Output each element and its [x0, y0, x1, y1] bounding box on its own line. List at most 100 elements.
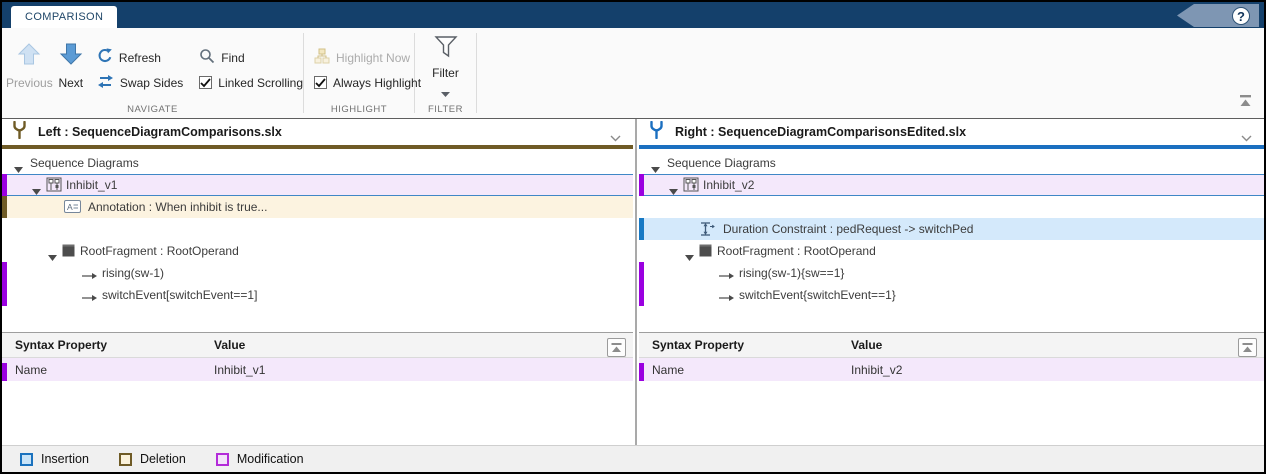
- property-value: Inhibit_v2: [851, 363, 902, 377]
- fragment-icon: [62, 244, 75, 262]
- tree-row-blank: [639, 196, 1264, 218]
- tree-row-label: Sequence Diagrams: [30, 156, 139, 170]
- next-label: Next: [58, 76, 83, 90]
- filter-button[interactable]: Filter: [415, 28, 476, 102]
- annotation-icon: A: [64, 200, 81, 218]
- arrow-down-icon: [58, 42, 84, 71]
- compare-branch-icon: [12, 121, 27, 144]
- tree-row-label: rising(sw-1){sw==1}: [739, 266, 844, 280]
- tree-row-label: rising(sw-1): [102, 266, 164, 280]
- left-file-selector[interactable]: Left : SequenceDiagramComparisons.slx: [2, 119, 633, 145]
- legend-item-insertion: Insertion: [20, 452, 89, 466]
- swap-sides-button[interactable]: Swap Sides: [97, 70, 183, 95]
- chevron-down-icon[interactable]: [610, 129, 621, 147]
- property-name: Name: [652, 363, 684, 377]
- tree-row-inhibit-v2[interactable]: Inhibit_v2: [639, 174, 1264, 196]
- tree-row-label: switchEvent{switchEvent==1}: [739, 288, 896, 302]
- legend-label: Insertion: [41, 452, 89, 466]
- legend-label: Deletion: [140, 452, 186, 466]
- table-row-name[interactable]: Name Inhibit_v1: [2, 358, 633, 381]
- highlight-now-button[interactable]: Highlight Now: [314, 45, 414, 70]
- tree-row-label: Inhibit_v1: [66, 178, 117, 192]
- tree-row-blank: [2, 218, 633, 240]
- collapse-table-button[interactable]: [1238, 338, 1257, 357]
- fragment-icon: [699, 244, 712, 262]
- insertion-swatch-icon: [20, 453, 33, 466]
- tree-row-label: RootFragment : RootOperand: [80, 244, 239, 258]
- tree-row-annotation[interactable]: A Annotation : When inhibit is true...: [2, 196, 633, 218]
- tree-row-label: RootFragment : RootOperand: [717, 244, 876, 258]
- tree-row-sequence-diagrams[interactable]: Sequence Diagrams: [2, 152, 633, 174]
- tree-row-switchevent[interactable]: switchEvent{switchEvent==1}: [639, 284, 1264, 306]
- table-row-name[interactable]: Name Inhibit_v2: [639, 358, 1264, 381]
- tree-row-sequence-diagrams[interactable]: Sequence Diagrams: [639, 152, 1264, 174]
- section-navigate: Previous Next Refresh: [2, 28, 303, 118]
- tree-row-label: Sequence Diagrams: [667, 156, 776, 170]
- filter-funnel-icon: [434, 36, 458, 63]
- tree-row-rising[interactable]: rising(sw-1): [2, 262, 633, 284]
- message-arrow-icon: [82, 290, 97, 308]
- tree-row-duration-constraint[interactable]: Duration Constraint : pedRequest -> swit…: [639, 218, 1264, 240]
- section-highlight: Highlight Now Always Highlight HIGHLIGHT: [304, 28, 414, 118]
- highlight-now-label: Highlight Now: [336, 51, 410, 65]
- filter-label: Filter: [432, 66, 459, 80]
- change-type-legend: Insertion Deletion Modification: [2, 445, 1264, 472]
- modification-marker: [639, 284, 644, 306]
- ribbon-tab-strip: COMPARISON ?: [2, 2, 1264, 28]
- arrow-up-icon: [16, 42, 42, 71]
- ribbon-toolbar: Previous Next Refresh: [2, 28, 1264, 119]
- modification-marker: [2, 363, 7, 381]
- previous-label: Previous: [6, 76, 53, 90]
- left-property-table: Syntax Property Value Name Inhibit_v1: [2, 332, 633, 381]
- swap-sides-label: Swap Sides: [120, 76, 183, 90]
- refresh-label: Refresh: [119, 51, 161, 65]
- table-header: Syntax Property Value: [2, 333, 633, 358]
- modification-swatch-icon: [216, 453, 229, 466]
- linked-scrolling-label: Linked Scrolling: [218, 76, 303, 90]
- find-button[interactable]: Find: [199, 45, 303, 70]
- help-button[interactable]: ?: [1177, 4, 1259, 27]
- column-header-value: Value: [214, 338, 245, 352]
- right-tree: Sequence Diagrams Inhibit_v2 Dur: [639, 149, 1264, 332]
- modification-marker: [639, 174, 644, 196]
- highlight-now-icon: [314, 48, 330, 67]
- left-panel-title: Left : SequenceDiagramComparisons.slx: [38, 125, 282, 139]
- insertion-marker: [639, 218, 644, 240]
- tree-row-switchevent[interactable]: switchEvent[switchEvent==1]: [2, 284, 633, 306]
- column-header-property: Syntax Property: [652, 338, 744, 352]
- refresh-button[interactable]: Refresh: [97, 45, 183, 70]
- tree-row-inhibit-v1[interactable]: Inhibit_v1: [2, 174, 633, 196]
- always-highlight-toggle[interactable]: Always Highlight: [314, 70, 414, 95]
- help-icon: ?: [1232, 7, 1250, 25]
- navigate-section-label: NAVIGATE: [2, 104, 303, 115]
- tree-row-label: switchEvent[switchEvent==1]: [102, 288, 257, 302]
- linked-scrolling-toggle[interactable]: Linked Scrolling: [199, 70, 303, 95]
- collapse-table-button[interactable]: [607, 338, 626, 357]
- table-header: Syntax Property Value: [639, 333, 1264, 358]
- tree-row-rootfragment[interactable]: RootFragment : RootOperand: [2, 240, 633, 262]
- highlight-section-label: HIGHLIGHT: [304, 104, 414, 115]
- modification-marker: [639, 262, 644, 284]
- collapse-ribbon-button[interactable]: [1239, 93, 1252, 111]
- column-header-value: Value: [851, 338, 882, 352]
- deletion-marker: [2, 196, 7, 218]
- sequence-diagram-icon: [683, 177, 699, 197]
- tree-row-rootfragment[interactable]: RootFragment : RootOperand: [639, 240, 1264, 262]
- checkbox-checked-icon[interactable]: [199, 76, 212, 89]
- swap-icon: [97, 74, 114, 92]
- property-name: Name: [15, 363, 47, 377]
- compare-area: Left : SequenceDiagramComparisons.slx Se…: [2, 119, 1264, 445]
- legend-label: Modification: [237, 452, 304, 466]
- right-property-table: Syntax Property Value Name Inhibit_v2: [639, 332, 1264, 381]
- tab-comparison[interactable]: COMPARISON: [11, 6, 117, 28]
- tree-row-rising[interactable]: rising(sw-1){sw==1}: [639, 262, 1264, 284]
- chevron-down-icon[interactable]: [1241, 129, 1252, 147]
- right-file-selector[interactable]: Right : SequenceDiagramComparisonsEdited…: [639, 119, 1264, 145]
- property-value: Inhibit_v1: [214, 363, 265, 377]
- always-highlight-label: Always Highlight: [333, 76, 421, 90]
- section-separator: [476, 33, 477, 113]
- tree-row-label: Inhibit_v2: [703, 178, 754, 192]
- checkbox-checked-icon[interactable]: [314, 76, 327, 89]
- tree-row-label: Duration Constraint : pedRequest -> swit…: [723, 222, 973, 236]
- filter-section-label: FILTER: [415, 104, 476, 115]
